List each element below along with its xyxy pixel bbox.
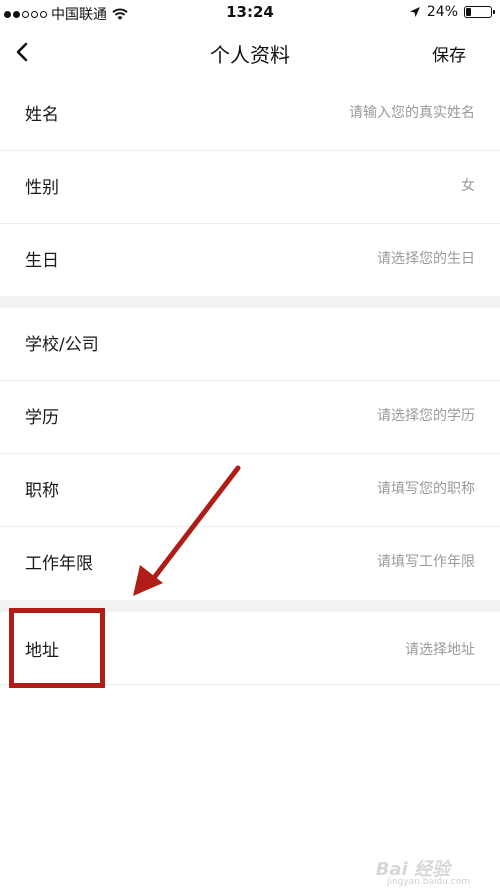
watermark-url: jingyan.baidu.com xyxy=(386,877,470,887)
birthday-label: 生日 xyxy=(25,251,59,271)
education-row[interactable]: 学历 请选择您的学历 xyxy=(0,381,500,454)
gender-label: 性别 xyxy=(25,178,59,198)
birthday-placeholder[interactable]: 请选择您的生日 xyxy=(377,248,475,268)
birthday-row[interactable]: 生日 请选择您的生日 xyxy=(0,224,500,296)
battery-level xyxy=(466,8,471,16)
gender-value[interactable]: 女 xyxy=(461,175,475,195)
education-label: 学历 xyxy=(25,408,59,428)
work-years-placeholder[interactable]: 请填写工作年限 xyxy=(377,551,475,571)
battery-percent: 24% xyxy=(426,4,458,20)
gender-row[interactable]: 性别 女 xyxy=(0,151,500,224)
location-icon xyxy=(409,7,420,17)
basic-info-group: 姓名 请输入您的真实姓名 性别 女 生日 请选择您的生日 xyxy=(0,78,500,296)
work-years-row[interactable]: 工作年限 请填写工作年限 xyxy=(0,527,500,599)
status-right: 24% xyxy=(409,4,495,20)
work-years-label: 工作年限 xyxy=(25,554,93,574)
name-label: 姓名 xyxy=(25,105,59,125)
address-group: 地址 请选择地址 xyxy=(0,612,500,685)
status-bar: 中国联通 13:24 24% xyxy=(0,0,500,26)
address-label: 地址 xyxy=(25,641,59,661)
name-row[interactable]: 姓名 请输入您的真实姓名 xyxy=(0,78,500,151)
address-row[interactable]: 地址 请选择地址 xyxy=(0,612,500,684)
section-divider xyxy=(0,296,500,308)
education-placeholder[interactable]: 请选择您的学历 xyxy=(377,405,475,425)
career-info-group: 学校/公司 学历 请选择您的学历 职称 请填写您的职称 工作年限 请填写工作年限 xyxy=(0,308,500,599)
job-title-row[interactable]: 职称 请填写您的职称 xyxy=(0,454,500,527)
name-placeholder[interactable]: 请输入您的真实姓名 xyxy=(349,102,475,122)
school-company-label: 学校/公司 xyxy=(25,335,99,355)
battery-icon xyxy=(464,6,495,18)
job-title-label: 职称 xyxy=(25,481,59,501)
nav-bar: 个人资料 保存 xyxy=(0,26,500,79)
address-placeholder[interactable]: 请选择地址 xyxy=(405,639,475,659)
page-title: 个人资料 xyxy=(210,43,290,67)
section-divider xyxy=(0,600,500,612)
school-company-row[interactable]: 学校/公司 xyxy=(0,308,500,381)
save-button[interactable]: 保存 xyxy=(432,41,466,66)
job-title-placeholder[interactable]: 请填写您的职称 xyxy=(377,478,475,498)
